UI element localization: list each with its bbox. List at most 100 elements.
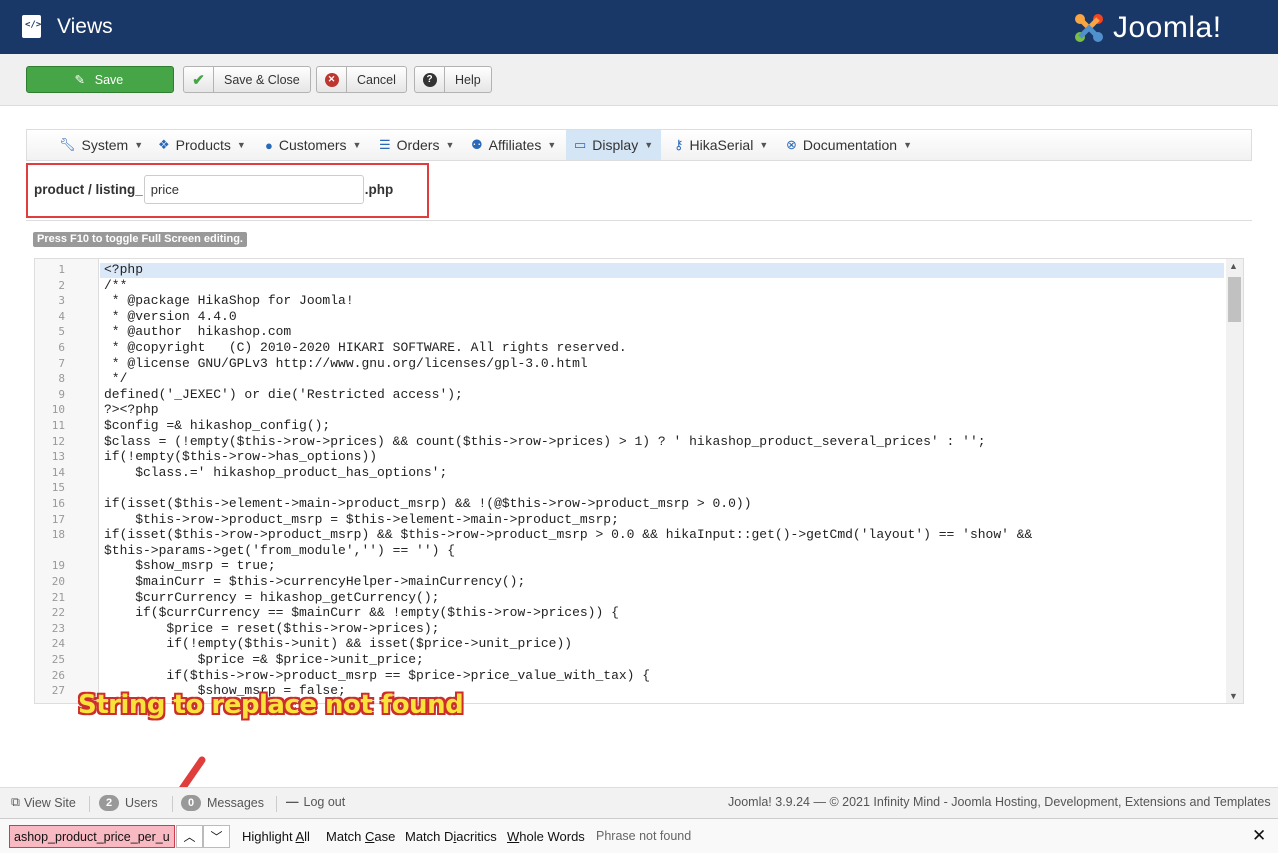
line-number: 6 — [58, 341, 65, 354]
save-close-button[interactable]: ✔ Save & Close — [183, 66, 311, 93]
code-line[interactable]: $this->params->get('from_module','') == … — [104, 543, 455, 559]
code-line[interactable]: $class = (!empty($this->row->prices) && … — [104, 434, 986, 450]
footer-text: Joomla! 3.9.24 — © 2021 Infinity Mind - … — [728, 795, 1271, 809]
line-number: 2 — [58, 278, 65, 292]
view-site-link[interactable]: ⧉ View Site — [11, 795, 76, 810]
code-line[interactable]: * @copyright (C) 2010-2020 HIKARI SOFTWA… — [104, 340, 627, 356]
code-line[interactable]: if(isset($this->element->main->product_m… — [104, 496, 752, 512]
file-name-input[interactable] — [143, 174, 364, 204]
code-line[interactable]: $this->row->product_msrp = $this->elemen… — [104, 512, 619, 528]
cancel-icon: ✕ — [317, 67, 347, 92]
chevron-up-icon: ︿ — [183, 830, 196, 844]
annotation-text: String to replace not found — [78, 690, 464, 720]
code-line[interactable]: * @license GNU/GPLv3 http://www.gnu.org/… — [104, 356, 588, 372]
scroll-down-icon[interactable]: ▼ — [1229, 691, 1238, 701]
code-line[interactable]: $class.=' hikashop_product_has_options'; — [104, 465, 447, 481]
menu-customers[interactable]: ● Customers ▼ — [265, 130, 361, 160]
find-input[interactable] — [9, 825, 175, 848]
scroll-up-icon[interactable]: ▲ — [1229, 261, 1238, 271]
code-line[interactable]: if($currCurrency == $mainCurr && !empty(… — [104, 605, 619, 621]
file-name-row: product / listing_ .php — [34, 174, 393, 204]
close-icon[interactable]: ✕ — [1252, 826, 1266, 846]
line-number: 15 — [51, 481, 65, 495]
caret-down-icon: ▼ — [134, 140, 144, 150]
file-prefix: product / listing_ — [34, 181, 143, 197]
caret-down-icon: ▼ — [445, 140, 455, 150]
messages-link[interactable]: 0 Messages — [181, 795, 264, 811]
line-number: 4 — [58, 309, 65, 323]
code-line[interactable]: * @author hikashop.com — [104, 324, 291, 340]
line-number: 22 — [51, 606, 65, 620]
help-button[interactable]: ? Help — [414, 66, 492, 93]
menu-hikaserial[interactable]: ⚷ HikaSerial ▼ — [674, 130, 768, 160]
divider — [89, 796, 90, 812]
hikashop-menu: 🔧︎ System ▼ ❖ Products ▼ ● Customers ▼ ☰ Or… — [26, 129, 1252, 161]
cancel-button[interactable]: ✕ Cancel — [316, 66, 407, 93]
menu-products[interactable]: ❖ Products ▼ — [158, 130, 246, 160]
code-line[interactable]: ?><?php — [104, 402, 159, 418]
file-suffix: .php — [364, 181, 394, 197]
caret-down-icon: ▼ — [759, 140, 769, 150]
highlight-all-option[interactable]: Highlight All — [242, 829, 310, 844]
line-number: 13 — [51, 450, 65, 464]
scroll-thumb[interactable] — [1228, 277, 1241, 322]
external-link-icon: ⧉ — [11, 795, 20, 809]
menu-display[interactable]: ▭ Display ▼ — [566, 130, 662, 160]
line-number: 25 — [51, 653, 65, 666]
joomla-wordmark: Joomla! — [1113, 11, 1222, 44]
match-case-option[interactable]: Match Case — [326, 829, 395, 844]
code-line[interactable]: defined('_JEXEC') or die('Restricted acc… — [104, 387, 463, 403]
users-badge: 2 — [99, 795, 119, 811]
line-number: 26 — [51, 668, 65, 682]
code-line[interactable]: $config =& hikashop_config(); — [104, 418, 330, 434]
menu-system[interactable]: 🔧︎ System ▼ — [59, 130, 143, 160]
code-line[interactable]: $mainCurr = $this->currencyHelper->mainC… — [104, 574, 525, 590]
find-previous-button[interactable]: ︿ — [176, 825, 203, 848]
line-number: 11 — [51, 419, 65, 432]
line-number: 16 — [51, 497, 65, 510]
caret-down-icon: ▼ — [547, 140, 557, 150]
users-link[interactable]: 2 Users — [99, 795, 158, 811]
edit-icon: ✎ — [74, 73, 85, 87]
code-line[interactable]: $price = reset($this->row->prices); — [104, 621, 439, 637]
save-button[interactable]: ✎ Save — [26, 66, 174, 93]
line-number: 7 — [58, 356, 65, 370]
cubes-icon: ❖ — [158, 137, 170, 152]
line-number: 14 — [51, 465, 65, 479]
editor-scrollbar[interactable]: ▲ ▼ — [1226, 259, 1243, 703]
find-next-button[interactable]: ﹀ — [203, 825, 230, 848]
code-line[interactable]: $currCurrency = hikashop_getCurrency(); — [104, 590, 439, 606]
line-number: 12 — [51, 434, 65, 448]
users-icon: ⚉ — [471, 137, 483, 152]
code-line[interactable]: <?php — [104, 262, 143, 278]
line-number: 10 — [51, 403, 65, 417]
menu-affiliates[interactable]: ⚉ Affiliates ▼ — [471, 130, 556, 160]
line-number: 24 — [51, 637, 65, 651]
line-number: 20 — [51, 575, 65, 588]
line-number: 5 — [58, 325, 65, 339]
code-line[interactable]: $show_msrp = true; — [104, 558, 275, 574]
whole-words-option[interactable]: Whole Words — [507, 829, 585, 844]
code-editor[interactable]: 1 2 3 4 5 6 7 8 9 10 11 12 13 14 15 16 17 18 19 20 21 22 23 24 2… — [34, 258, 1244, 704]
code-line[interactable]: * @package HikaShop for Joomla! — [104, 293, 354, 309]
code-line[interactable]: /** — [104, 278, 127, 294]
code-line[interactable]: * @version 4.4.0 — [104, 309, 237, 325]
menu-documentation[interactable]: ⊗ Documentation ▼ — [786, 130, 912, 160]
fullscreen-hint: Press F10 to toggle Full Screen editing. — [33, 232, 247, 247]
menu-orders[interactable]: ☰ Orders ▼ — [379, 130, 454, 160]
line-number: 1 — [58, 263, 65, 276]
code-line[interactable]: if(isset($this->row->product_msrp) && $t… — [104, 527, 1032, 543]
page-title: Views — [57, 15, 113, 38]
logout-link[interactable]: — Log out — [286, 795, 345, 809]
toolbar: ✎ Save ✔ Save & Close ✕ Cancel ? Help — [0, 54, 1278, 106]
joomla-logo[interactable]: Joomla! — [1070, 9, 1255, 47]
code-line[interactable]: if($this->row->product_msrp == $price->p… — [104, 668, 650, 684]
code-line[interactable]: $price =& $price->unit_price; — [104, 652, 424, 668]
line-number-gutter: 1 2 3 4 5 6 7 8 9 10 11 12 13 14 15 16 17 18 19 20 21 22 23 24 2… — [35, 259, 99, 703]
code-line[interactable]: if(!empty($this->row->has_options)) — [104, 449, 377, 465]
line-number: 3 — [58, 294, 65, 308]
code-line[interactable]: */ — [104, 371, 128, 387]
code-line[interactable]: if(!empty($this->unit) && isset($price->… — [104, 636, 572, 652]
match-diacritics-option[interactable]: Match Diacritics — [405, 829, 497, 844]
monitor-icon: ▭ — [574, 137, 587, 152]
